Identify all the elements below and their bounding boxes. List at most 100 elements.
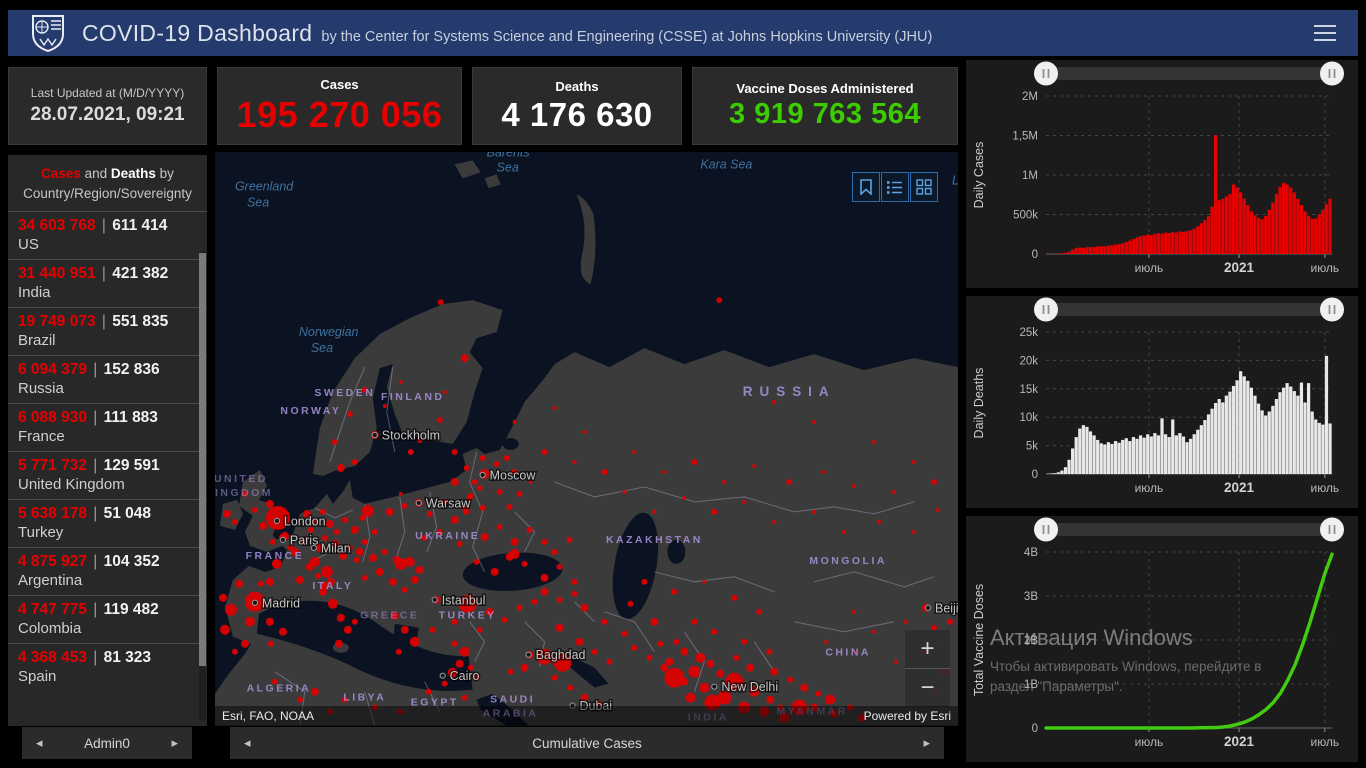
total-vaccine-doses-line [1044, 552, 1334, 730]
city-label: Cairo [450, 669, 480, 683]
country-label: SAUDI [490, 695, 535, 706]
country-list-item[interactable]: 4 747 775 | 119 482 Colombia [8, 594, 207, 643]
scrollbar-thumb[interactable] [199, 253, 206, 666]
chart-y-axis-title: Daily Cases [972, 142, 986, 209]
total-vaccine-doses-chart: июль 2021 июль 0 1B 2B 3B 4B Total Vaccine Doses [966, 516, 1358, 762]
sea-label: Laptev [952, 173, 958, 187]
country-label: ITALY [312, 581, 353, 592]
zoom-out-button[interactable]: − [905, 668, 950, 707]
y-axis-tick-label: 5k [1026, 441, 1038, 453]
country-label: FRANCE [246, 551, 305, 562]
time-slider-handle[interactable] [1034, 517, 1058, 542]
pager-next-icon[interactable]: ▸ [923, 735, 930, 751]
y-axis-tick-label: 25k [1019, 327, 1038, 339]
time-slider-track[interactable] [1046, 67, 1332, 80]
x-axis-tick-label: 2021 [1224, 260, 1255, 275]
chart-y-axis-title: Total Vaccine Doses [972, 584, 986, 696]
country-list-item[interactable]: 34 603 768 | 611 414 US [8, 210, 207, 259]
page-title: COVID-19 Dashboard [82, 19, 313, 46]
country-label: SWEDEN [314, 388, 375, 399]
time-slider-track[interactable] [1046, 303, 1332, 316]
vaccine-doses-value: 3 919 763 564 [729, 98, 921, 130]
sea-label: Greenland [235, 179, 294, 193]
time-slider-handle[interactable] [1034, 61, 1058, 86]
country-label: GREECE [360, 611, 419, 622]
country-label: UKRAINE [415, 531, 480, 542]
country-list-item[interactable]: 6 088 930 | 111 883 France [8, 402, 207, 451]
country-list-item[interactable]: 5 638 178 | 51 048 Turkey [8, 498, 207, 547]
last-updated-value: 28.07.2021, 09:21 [30, 104, 185, 125]
time-slider-handle[interactable] [1320, 61, 1344, 86]
pager-prev-icon[interactable]: ◂ [36, 735, 43, 751]
country-list-item[interactable]: 31 440 951 | 421 382 India [8, 258, 207, 307]
country-label: RUSSIA [743, 384, 836, 399]
x-axis-tick-label: 2021 [1224, 480, 1255, 495]
y-axis-tick-label: 500k [1013, 210, 1038, 222]
y-axis-tick-label: 1M [1022, 170, 1038, 182]
sea-label: Kara Sea [700, 157, 752, 171]
legend-list-icon[interactable] [881, 172, 909, 202]
city-label: London [284, 514, 326, 528]
sea-label: Sea [311, 341, 333, 355]
y-axis-tick-label: 10k [1019, 412, 1038, 424]
country-list-panel: Cases and Deaths by Country/Region/Sover… [8, 155, 207, 726]
total-cases-card[interactable]: Cases 195 270 056 [217, 67, 462, 145]
admin-level-pager: ◂ Admin0 ▸ [22, 727, 192, 759]
x-axis-tick-label: июль [1310, 735, 1339, 749]
country-label: FINLAND [381, 392, 444, 403]
country-label: KAZAKHSTAN [606, 535, 703, 546]
country-label: ALGERIA [247, 684, 312, 695]
country-list-item[interactable]: 6 094 379 | 152 836 Russia [8, 354, 207, 403]
x-axis-tick-label: июль [1135, 261, 1164, 275]
y-axis-tick-label: 0 [1032, 469, 1038, 481]
world-map[interactable]: BarentsSea Kara SeaGreenlandSeaNorwegianS… [215, 152, 958, 726]
deaths-word: Deaths [110, 166, 156, 181]
jhu-shield-logo [32, 15, 64, 53]
bookmark-icon[interactable] [852, 172, 880, 202]
last-updated-label: Last Updated at (M/D/YYYY) [30, 86, 185, 100]
city-label: Baghdad [536, 648, 586, 662]
time-slider-handle[interactable] [1320, 517, 1344, 542]
city-label: Warsaw [426, 496, 472, 510]
time-slider-handle[interactable] [1320, 297, 1344, 322]
last-updated-card: Last Updated at (M/D/YYYY) 28.07.2021, 0… [8, 67, 207, 145]
y-axis-tick-label: 0 [1032, 723, 1038, 735]
daily-cases-chart: июль 2021 июль 0 500k 1M 1,5M 2M Daily Cases [966, 60, 1358, 288]
country-list-item[interactable]: 19 749 073 | 551 835 Brazil [8, 306, 207, 355]
country-list-item[interactable]: 5 771 732 | 129 591 United Kingdom [8, 450, 207, 499]
country-label: NORWAY [280, 406, 341, 417]
vaccine-doses-card[interactable]: Vaccine Doses Administered 3 919 763 564 [692, 67, 958, 145]
country-list-item[interactable]: 4 875 927 | 104 352 Argentina [8, 546, 207, 595]
y-axis-tick-label: 1,5M [1012, 131, 1038, 143]
pager-next-icon[interactable]: ▸ [171, 735, 178, 751]
chart-y-axis-title: Daily Deaths [972, 368, 986, 439]
app-header: COVID-19 Dashboard by the Center for Sys… [8, 10, 1358, 56]
time-slider-track[interactable] [1046, 523, 1332, 536]
basemap-grid-icon[interactable] [910, 172, 938, 202]
y-axis-tick-label: 0 [1032, 249, 1038, 261]
y-axis-tick-label: 1B [1024, 679, 1038, 691]
cases-word: Cases [41, 166, 81, 181]
country-list: 34 603 768 | 611 414 US 31 440 951 | 421 3… [8, 210, 207, 691]
total-cases-value: 195 270 056 [236, 93, 443, 135]
sea-label: Norwegian [299, 325, 359, 339]
sea-label: Sea [247, 195, 269, 209]
zoom-in-button[interactable]: + [905, 630, 950, 668]
time-slider-handle[interactable] [1034, 297, 1058, 322]
attribution-esri: Powered by Esri [863, 709, 951, 723]
total-deaths-card[interactable]: Deaths 4 176 630 [472, 67, 682, 145]
x-axis-tick-label: июль [1135, 735, 1164, 749]
total-cases-label: Cases [320, 76, 359, 92]
x-axis-tick-label: 2021 [1224, 734, 1255, 749]
daily-cases-bars [1046, 135, 1332, 255]
pager-prev-icon[interactable]: ◂ [244, 735, 251, 751]
scrollbar[interactable] [199, 251, 206, 720]
city-label: Istanbul [442, 593, 486, 607]
daily-deaths-chart: июль 2021 июль 0 5k 10k 15k 20k 25k Daily Deaths [966, 296, 1358, 508]
country-list-item[interactable]: 4 368 453 | 81 323 Spain [8, 642, 207, 691]
country-label: KINGDOM [215, 488, 273, 499]
map-canvas[interactable]: Barents Sea Kara Sea Greenland Sea Norwegian S… [215, 152, 958, 726]
hamburger-menu-icon[interactable] [1314, 25, 1336, 41]
sea-label: Sea [497, 160, 519, 174]
admin-pager-label: Admin0 [84, 735, 130, 751]
